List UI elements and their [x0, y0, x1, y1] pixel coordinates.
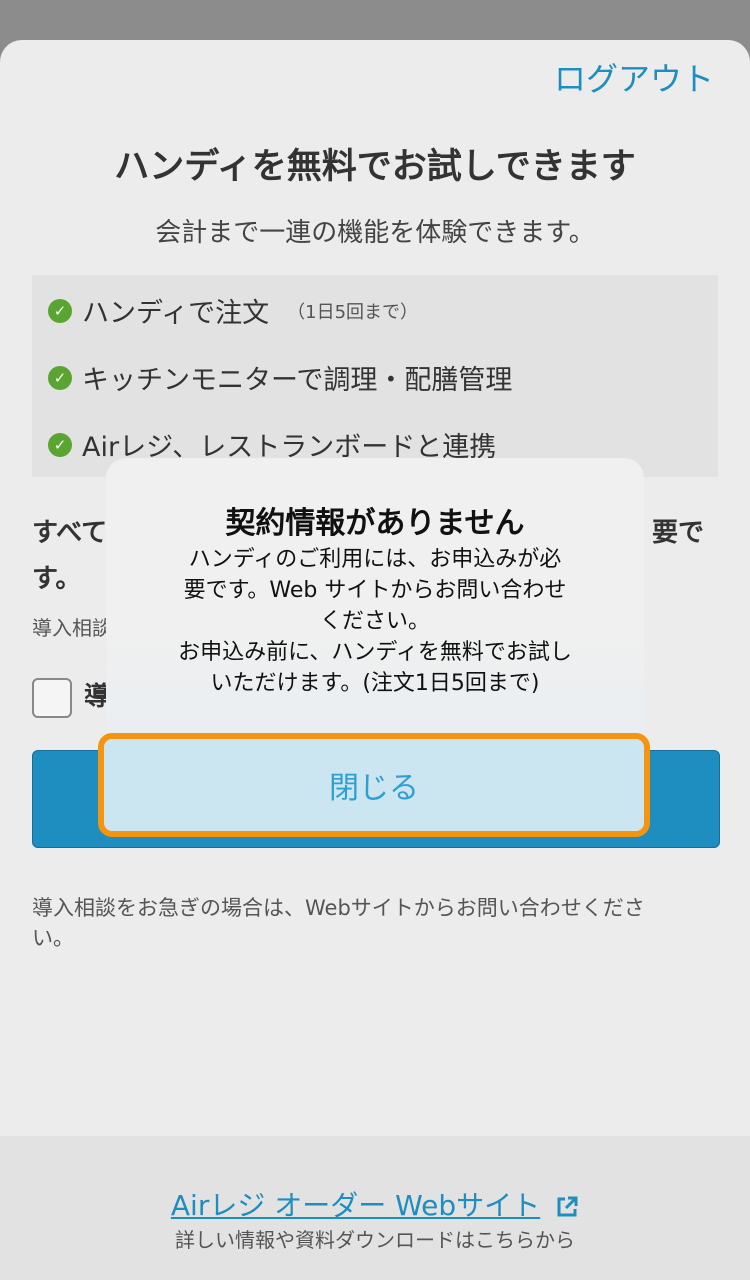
- close-button[interactable]: 閉じる: [98, 733, 650, 837]
- dialog-message: ハンディのご利用には、お申込みが必 要です。Web サイトからお問い合わせ くだ…: [150, 544, 600, 699]
- dialog-line: 要です。Web サイトからお問い合わせ: [183, 578, 567, 603]
- dialog-line: いただけます。(注文1日5回まで): [210, 671, 540, 696]
- dialog-line: ください。: [319, 609, 430, 634]
- dialog-line: ハンディのご利用には、お申込みが必: [188, 547, 562, 572]
- dialog-line: お申込み前に、ハンディを無料でお試し: [178, 640, 572, 665]
- dialog-title: 契約情報がありません: [225, 506, 525, 541]
